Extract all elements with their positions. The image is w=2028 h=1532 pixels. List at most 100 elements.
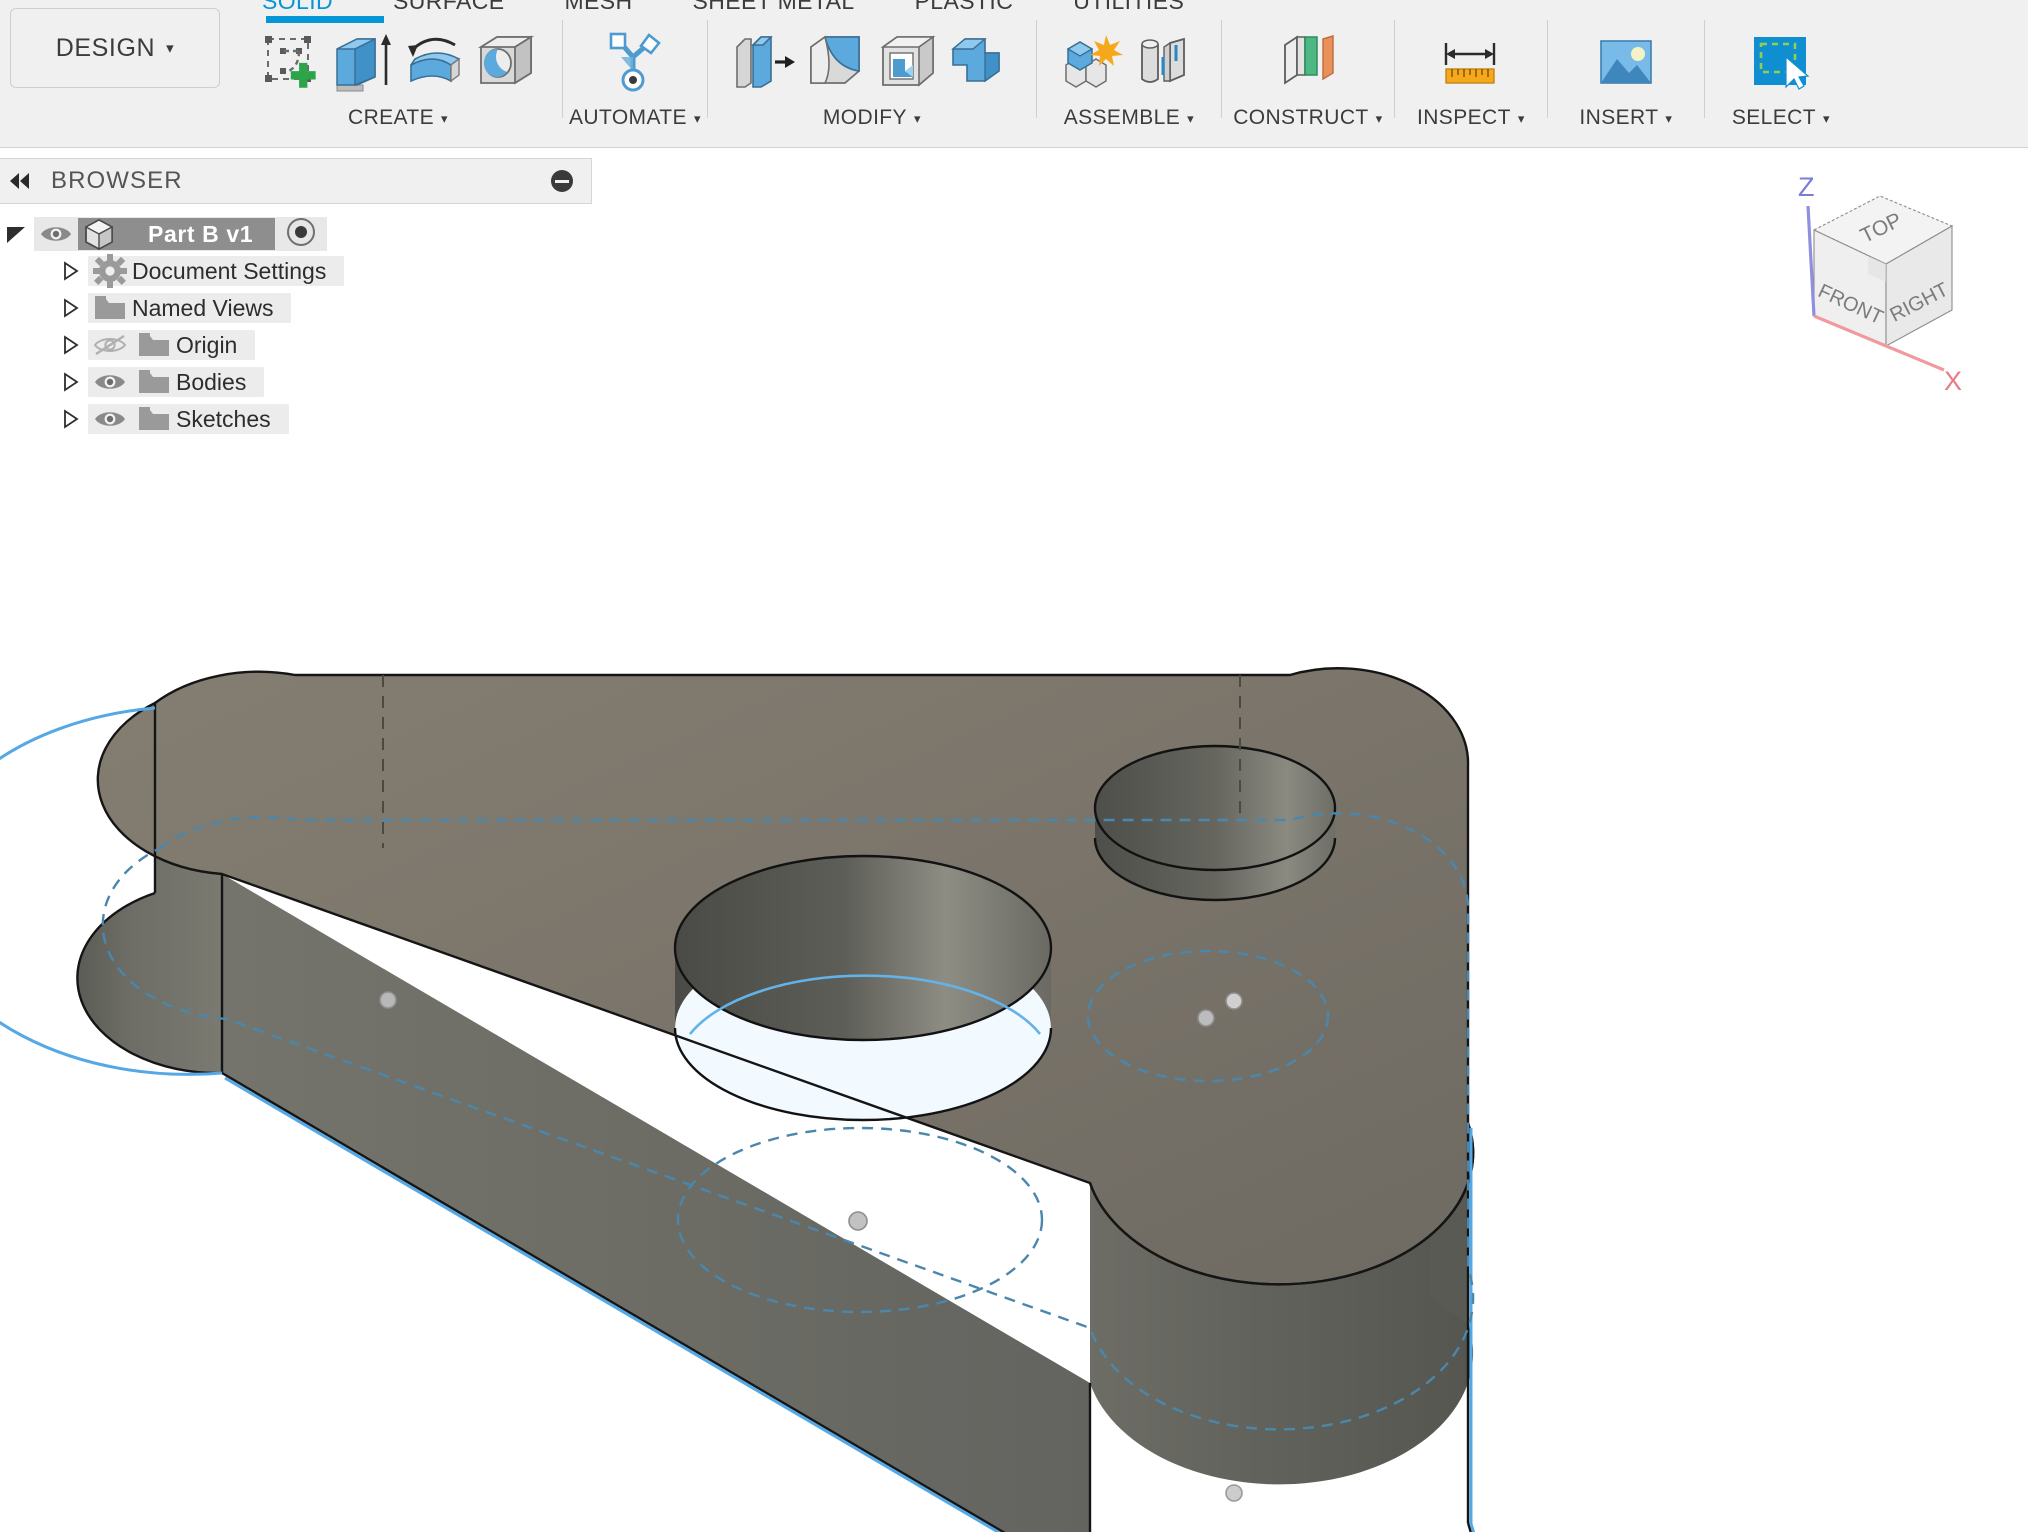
offset-plane-button[interactable] [1272, 20, 1344, 104]
browser-title: BROWSER [51, 167, 551, 195]
expander-origin[interactable] [54, 334, 88, 356]
sketch-point-bottom-face [1226, 1485, 1242, 1501]
joint-icon [1132, 31, 1198, 93]
view-cube-svg[interactable]: TOP FRONT RIGHT Z X [1772, 164, 1992, 394]
chevron-down-icon: ▾ [1518, 111, 1525, 127]
revolve-button[interactable] [398, 20, 470, 104]
sketch-point-right-a [1198, 1010, 1214, 1026]
panel-create: CREATE ▾ [240, 16, 556, 130]
panel-label-insert[interactable]: INSERT ▾ [1579, 106, 1672, 130]
tree-label-sketches: Sketches [176, 406, 271, 433]
panel-divider [1036, 20, 1037, 118]
workspace-switcher-label: DESIGN [56, 34, 155, 63]
expander-root[interactable] [0, 223, 34, 245]
tree-row-origin[interactable]: Origin [0, 327, 592, 363]
chevron-down-icon: ▾ [1823, 111, 1830, 127]
panel-divider [1394, 20, 1395, 118]
joint-button[interactable] [1129, 20, 1201, 104]
panel-label-modify[interactable]: MODIFY ▾ [823, 106, 921, 130]
collapsed-triangle-icon [61, 408, 81, 430]
tree-label-origin: Origin [176, 332, 237, 359]
chevron-down-icon: ▾ [694, 111, 701, 127]
chevron-down-icon: ▾ [166, 39, 174, 57]
press-pull-button[interactable] [728, 20, 800, 104]
hole-button[interactable] [470, 20, 542, 104]
panel-divider [562, 20, 563, 118]
double-left-arrow-icon[interactable] [10, 173, 29, 189]
tree-row-sketches[interactable]: Sketches [0, 401, 592, 437]
collapsed-triangle-icon [61, 260, 81, 282]
panel-label-inspect[interactable]: INSPECT ▾ [1417, 106, 1525, 130]
collapsed-triangle-icon [61, 297, 81, 319]
fillet-icon [803, 31, 869, 93]
panel-label-construct[interactable]: CONSTRUCT ▾ [1233, 106, 1382, 130]
panel-label-assemble[interactable]: ASSEMBLE ▾ [1064, 106, 1194, 130]
activate-component-radio[interactable] [285, 216, 317, 253]
panel-select: SELECT ▾ [1711, 16, 1851, 130]
browser-header: BROWSER [0, 158, 592, 204]
tree-label-named-views: Named Views [132, 295, 273, 322]
chevron-down-icon: ▾ [1376, 111, 1383, 127]
shell-button[interactable] [872, 20, 944, 104]
automated-modeling-button[interactable] [585, 20, 685, 104]
collapsed-triangle-icon [61, 334, 81, 356]
panel-automate: AUTOMATE ▾ [569, 16, 701, 130]
panel-insert: INSERT ▾ [1554, 16, 1698, 130]
tree-row-root[interactable]: Part B v1 [0, 216, 592, 252]
root-component-pill[interactable]: Part B v1 [78, 218, 275, 250]
visibility-toggle-bodies[interactable] [88, 371, 132, 393]
center-through-hole[interactable] [675, 856, 1051, 1120]
panel-assemble: ASSEMBLE ▾ [1043, 16, 1215, 130]
fillet-button[interactable] [800, 20, 872, 104]
select-window-button[interactable] [1745, 20, 1817, 104]
browser-panel: BROWSER [0, 158, 592, 438]
expander-bodies[interactable] [54, 371, 88, 393]
collapsed-triangle-icon [61, 371, 81, 393]
new-component-icon [1060, 31, 1126, 93]
create-sketch-icon [258, 30, 322, 94]
solid-body[interactable] [0, 668, 1476, 1532]
expander-document-settings[interactable] [54, 260, 88, 282]
sketch-point-lower-center [849, 1212, 867, 1230]
chevron-down-icon: ▾ [441, 111, 448, 127]
new-component-button[interactable] [1057, 20, 1129, 104]
visibility-toggle-origin[interactable] [88, 333, 132, 357]
insert-image-button[interactable] [1590, 20, 1662, 104]
eye-hidden-icon [93, 333, 127, 357]
component-cube-icon [82, 217, 116, 251]
folder-icon [132, 405, 176, 433]
expander-sketches[interactable] [54, 408, 88, 430]
panel-label-automate[interactable]: AUTOMATE ▾ [569, 106, 701, 130]
panel-label-create[interactable]: CREATE ▾ [348, 106, 448, 130]
sketch-point-right-b [1226, 993, 1242, 1009]
extrude-button[interactable] [326, 20, 398, 104]
panel-modify: MODIFY ▾ [714, 16, 1030, 130]
ribbon-panels: CREATE ▾ AUTOMAT [240, 16, 1851, 144]
offset-plane-icon [1275, 31, 1341, 93]
minimize-circle-icon[interactable] [551, 170, 573, 192]
combine-button[interactable] [944, 20, 1016, 104]
workspace-switcher-button[interactable]: DESIGN ▾ [10, 8, 220, 88]
chevron-down-icon: ▾ [1665, 111, 1672, 127]
folder-icon [132, 368, 176, 396]
eye-visible-icon [39, 223, 73, 245]
visibility-toggle-sketches[interactable] [88, 408, 132, 430]
ribbon: DESIGN ▾ SOLID SURFACE MESH SHEET METAL … [0, 0, 2028, 148]
upper-right-hole[interactable] [1095, 746, 1335, 900]
view-cube[interactable]: TOP FRONT RIGHT Z X [1772, 164, 1992, 394]
eye-visible-icon [93, 408, 127, 430]
create-sketch-button[interactable] [254, 20, 326, 104]
tree-row-document-settings[interactable]: Document Settings [0, 253, 592, 289]
extrude-icon [329, 29, 395, 95]
sketch-point-left-edge [380, 992, 396, 1008]
folder-icon [88, 294, 132, 322]
visibility-toggle-root[interactable] [34, 223, 78, 245]
tree-row-named-views[interactable]: Named Views [0, 290, 592, 326]
gear-icon [88, 254, 132, 288]
measure-button[interactable] [1435, 20, 1507, 104]
expander-named-views[interactable] [54, 297, 88, 319]
tree-row-bodies[interactable]: Bodies [0, 364, 592, 400]
view-cube-axis-x: X [1944, 366, 1962, 394]
panel-label-select[interactable]: SELECT ▾ [1732, 106, 1830, 130]
hole-icon [473, 29, 539, 95]
